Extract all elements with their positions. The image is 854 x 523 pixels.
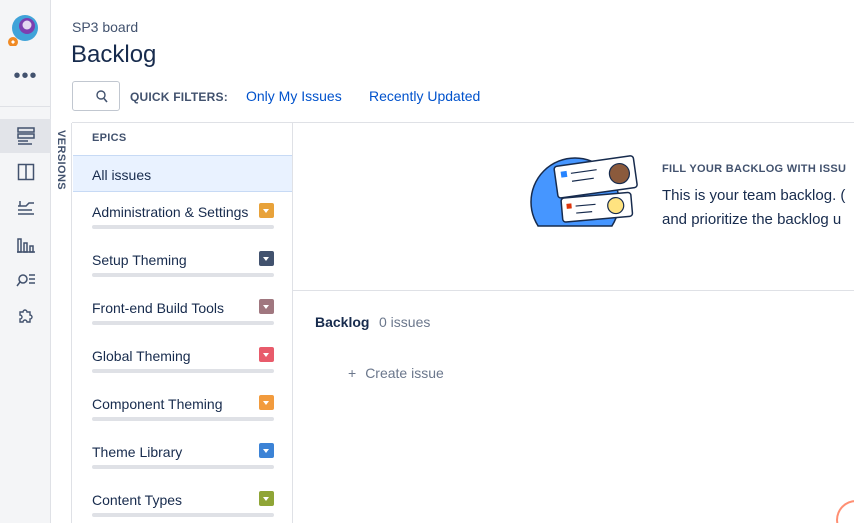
epic-all-issues[interactable]: All issues [73,155,292,192]
epic-name: Content Types [92,492,183,508]
epics-panel: EPICS All issues Administration & Settin… [73,123,293,523]
create-issue-label: Create issue [365,365,444,381]
epic-progress-bar [92,369,274,373]
epic-progress-bar [92,513,274,517]
app-logo-icon[interactable] [8,14,40,47]
epics-heading: EPICS [92,132,127,144]
empty-state-text-line1: This is your team backlog. ( [662,187,846,204]
reports-icon[interactable] [0,227,51,261]
epic-dropdown-icon[interactable] [259,491,274,506]
epic-progress-bar [92,273,274,277]
addons-icon[interactable] [0,299,51,333]
section-divider [293,290,854,291]
epic-dropdown-icon[interactable] [259,251,274,266]
epic-dropdown-icon[interactable] [259,203,274,218]
epic-name: Theme Library [92,444,183,460]
epic-item[interactable]: Setup Theming [92,251,274,291]
epic-item[interactable]: Component Theming [92,395,274,435]
empty-state-heading: FILL YOUR BACKLOG WITH ISSU [662,163,847,175]
epic-progress-bar [92,321,274,325]
versions-label[interactable]: VERSIONS [55,130,67,190]
epic-name: Setup Theming [92,252,187,268]
board-icon[interactable] [0,155,51,189]
epic-progress-bar [92,465,274,469]
epic-name: Global Theming [92,348,191,364]
filter-recently-updated[interactable]: Recently Updated [369,88,480,104]
search-icon [96,90,108,103]
create-issue-button[interactable]: + Create issue [348,365,444,381]
epic-progress-bar [92,417,274,421]
backlog-section-title: Backlog [315,314,370,330]
epic-dropdown-icon[interactable] [259,299,274,314]
epic-progress-bar [92,225,274,229]
epic-dropdown-icon[interactable] [259,347,274,362]
epic-item[interactable]: Content Types [92,491,274,523]
epic-name: Front-end Build Tools [92,300,225,316]
loading-spinner [836,500,854,523]
epic-name: Administration & Settings [92,204,249,220]
all-issues-label: All issues [92,167,152,183]
epic-dropdown-icon[interactable] [259,395,274,410]
project-name[interactable]: SP3 board [72,19,138,35]
backlog-issue-count: 0 issues [379,314,431,330]
backlog-icon[interactable] [0,119,51,153]
quick-filters-label: QUICK FILTERS: [130,90,228,104]
nav-rail: ••• [0,0,51,523]
epic-item[interactable]: Theme Library [92,443,274,483]
epic-item[interactable]: Global Theming [92,347,274,387]
rail-divider [0,106,51,107]
backlog-illustration [528,150,638,265]
epic-item[interactable]: Administration & Settings [92,203,274,243]
epic-dropdown-icon[interactable] [259,443,274,458]
releases-icon[interactable] [0,190,51,224]
search-input[interactable] [72,81,120,111]
empty-state-text-line2: and prioritize the backlog u [662,211,842,228]
plus-icon: + [348,365,357,381]
epic-item[interactable]: Front-end Build Tools [92,299,274,339]
epic-name: Component Theming [92,396,223,412]
issues-search-icon[interactable] [0,262,51,296]
filter-only-my-issues[interactable]: Only My Issues [246,88,342,104]
more-icon[interactable]: ••• [0,66,51,86]
page-title: Backlog [71,41,157,68]
